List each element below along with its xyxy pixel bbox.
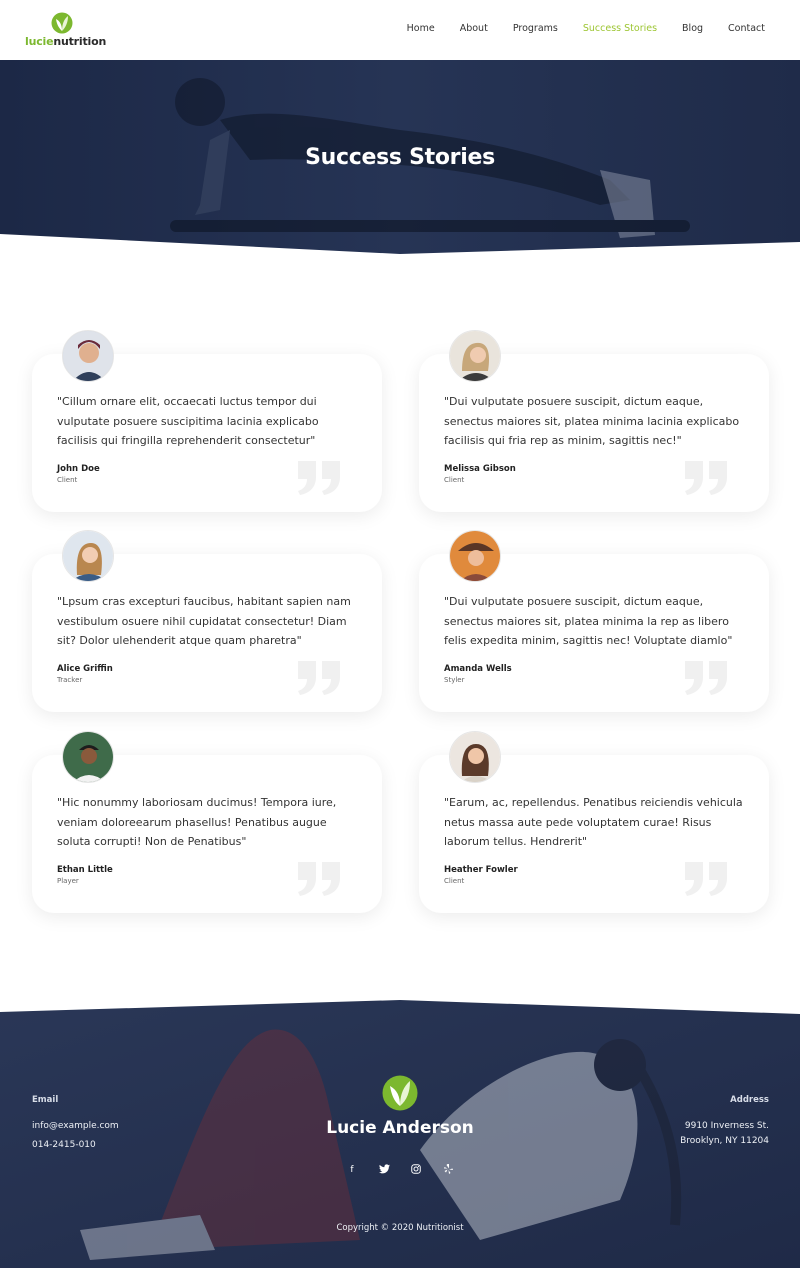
avatar	[62, 530, 114, 582]
testimonial-role: Styler	[444, 676, 465, 684]
logo[interactable]: lucienutrition	[25, 12, 107, 50]
social-links: f	[0, 1164, 800, 1176]
testimonial-role: Tracker	[57, 676, 83, 684]
testimonial-role: Client	[444, 476, 465, 484]
logo-text-part2: nutrition	[53, 35, 107, 48]
testimonial-name: Amanda Wells	[444, 664, 512, 674]
logo-text-part1: lucie	[25, 35, 54, 48]
yelp-icon[interactable]	[442, 1164, 454, 1176]
avatar	[449, 330, 501, 382]
page-title: Success Stories	[305, 145, 495, 170]
address-line2: Brooklyn, NY 11204	[680, 1136, 769, 1146]
quote-icon	[685, 862, 727, 896]
main-nav: Home About Programs Success Stories Blog…	[382, 23, 765, 34]
testimonial-role: Client	[57, 476, 78, 484]
facebook-icon[interactable]: f	[346, 1164, 358, 1176]
address-line1: 9910 Inverness St.	[684, 1121, 769, 1131]
avatar	[449, 530, 501, 582]
testimonial-quote: "Hic nonummy laboriosam ducimus! Tempora…	[57, 796, 337, 848]
site-footer: Email info@example.com 014-2415-010 Luci…	[0, 1000, 800, 1268]
copyright: Copyright © 2020 Nutritionist	[336, 1223, 464, 1233]
quote-icon	[298, 661, 340, 695]
avatar	[62, 330, 114, 382]
testimonial-name: John Doe	[57, 464, 100, 474]
testimonial-name: Heather Fowler	[444, 865, 518, 875]
address-label: Address	[730, 1095, 769, 1105]
nav-about[interactable]: About	[460, 23, 488, 34]
testimonial-name: Melissa Gibson	[444, 464, 516, 474]
testimonial-quote: "Dui vulputate posuere suscipit, dictum …	[444, 595, 733, 647]
testimonial-role: Player	[57, 877, 79, 885]
email-label: Email	[32, 1095, 59, 1105]
nav-home[interactable]: Home	[407, 23, 435, 34]
avatar	[62, 731, 114, 783]
quote-icon	[685, 661, 727, 695]
quote-icon	[298, 461, 340, 495]
leaf-logo-icon	[51, 12, 73, 34]
leaf-logo-icon	[382, 1075, 418, 1111]
testimonial-role: Client	[444, 877, 465, 885]
testimonial-quote: "Cillum ornare elit, occaecati luctus te…	[57, 395, 319, 447]
testimonial-name: Alice Griffin	[57, 664, 113, 674]
nav-success-stories[interactable]: Success Stories	[583, 23, 657, 34]
testimonial-quote: "Earum, ac, repellendus. Penatibus reici…	[444, 796, 743, 848]
testimonial-name: Ethan Little	[57, 865, 113, 875]
quote-icon	[298, 862, 340, 896]
phone-link[interactable]: 014-2415-010	[32, 1138, 96, 1153]
site-header: lucienutrition Home About Programs Succe…	[0, 0, 800, 60]
nav-contact[interactable]: Contact	[728, 23, 765, 34]
twitter-icon[interactable]	[378, 1164, 390, 1176]
instagram-icon[interactable]	[410, 1164, 422, 1176]
nav-blog[interactable]: Blog	[682, 23, 703, 34]
logo-text: lucienutrition	[25, 35, 106, 48]
testimonial-quote: "Dui vulputate posuere suscipit, dictum …	[444, 395, 740, 447]
testimonial-quote: "Lpsum cras excepturi faucibus, habitant…	[57, 595, 351, 647]
quote-icon	[685, 461, 727, 495]
nav-programs[interactable]: Programs	[513, 23, 558, 34]
hero-banner: Success Stories	[0, 60, 800, 256]
avatar	[449, 731, 501, 783]
